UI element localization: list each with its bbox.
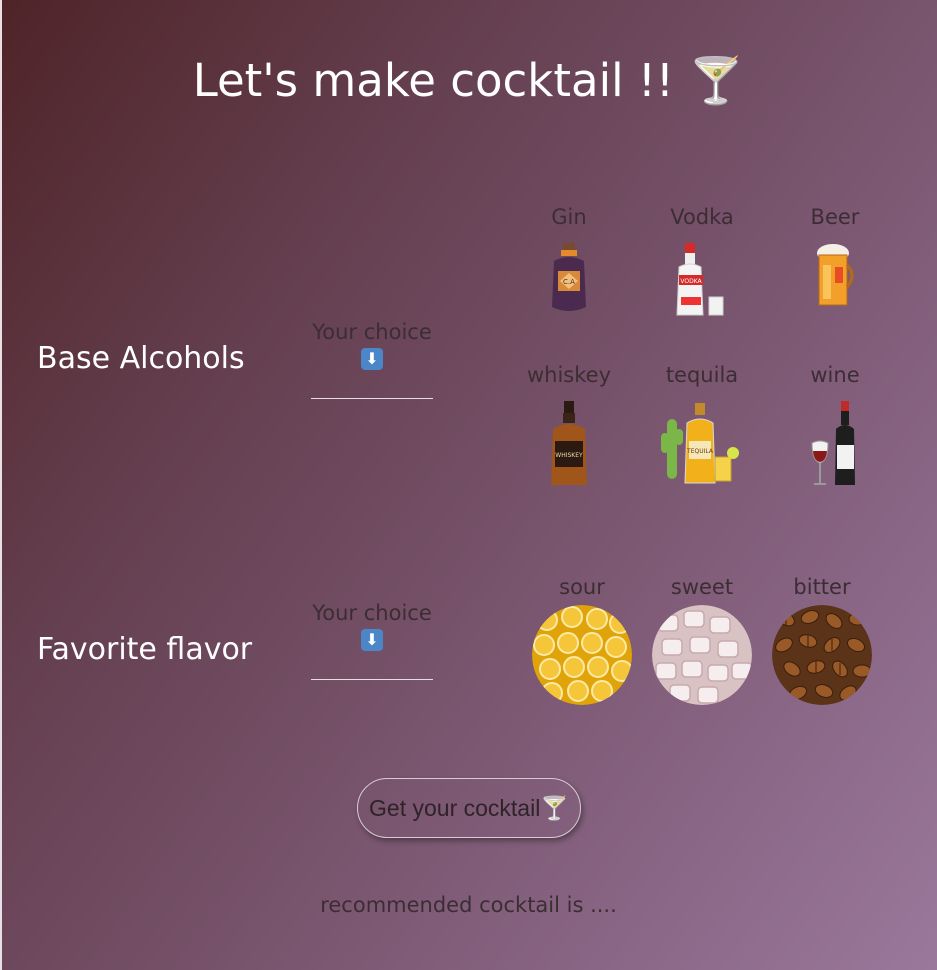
window-edge	[0, 0, 2, 970]
lemon-slices-image[interactable]	[532, 605, 632, 705]
flavor-choice-label: Your choice	[312, 601, 432, 625]
favorite-flavor-heading: Favorite flavor	[37, 632, 253, 667]
marshmallows-image[interactable]	[652, 605, 752, 705]
flavor-bitter[interactable]: bitter	[772, 575, 872, 705]
get-cocktail-button[interactable]: Get your cocktail🍸	[357, 778, 581, 838]
tequila-bottle-icon[interactable]: TEQUILA	[661, 399, 743, 489]
alcohol-tequila[interactable]: tequila TEQUILA	[647, 363, 757, 489]
wine-bottle-icon[interactable]	[808, 399, 862, 489]
alcohol-label: whiskey	[526, 363, 612, 387]
base-choice-label: Your choice	[312, 320, 432, 344]
vodka-bottle-icon[interactable]: VODKA	[671, 241, 733, 319]
flavor-choice-drop-line[interactable]	[311, 679, 433, 680]
alcohol-label: tequila	[665, 363, 739, 387]
alcohol-gin[interactable]: Gin C.A	[514, 205, 624, 317]
svg-text:TEQUILA: TEQUILA	[686, 448, 714, 455]
page-title: Let's make cocktail !! 🍸	[192, 54, 745, 107]
flavor-label: sweet	[670, 575, 734, 599]
flavor-label: sour	[559, 575, 605, 599]
alcohol-label: Beer	[810, 205, 860, 229]
svg-text:C.A: C.A	[563, 278, 575, 286]
down-arrow-icon: ⬇	[361, 629, 383, 651]
flavor-sour[interactable]: sour	[532, 575, 632, 705]
alcohol-wine[interactable]: wine	[780, 363, 890, 489]
coffee-beans-image[interactable]	[772, 605, 872, 705]
base-alcohols-heading: Base Alcohols	[37, 341, 245, 376]
gin-bottle-icon[interactable]: C.A	[544, 241, 594, 317]
alcohol-vodka[interactable]: Vodka VODKA	[647, 205, 757, 319]
base-choice-drop-line[interactable]	[311, 398, 433, 399]
down-arrow-icon: ⬇	[361, 348, 383, 370]
svg-text:VODKA: VODKA	[680, 278, 702, 285]
alcohol-label: Vodka	[670, 205, 734, 229]
alcohol-beer[interactable]: Beer	[780, 205, 890, 311]
flavor-sweet[interactable]: sweet	[652, 575, 752, 705]
flavor-label: bitter	[793, 575, 851, 599]
alcohol-label: wine	[810, 363, 860, 387]
svg-text:WHISKEY: WHISKEY	[555, 452, 583, 459]
alcohol-whiskey[interactable]: whiskey WHISKEY	[514, 363, 624, 489]
base-choice-box[interactable]: Your choice ⬇	[310, 320, 434, 399]
alcohol-label: Gin	[551, 205, 587, 229]
whiskey-bottle-icon[interactable]: WHISKEY	[547, 399, 591, 489]
recommendation-text: recommended cocktail is ....	[320, 893, 617, 917]
beer-glass-icon[interactable]	[813, 241, 857, 311]
flavor-choice-box[interactable]: Your choice ⬇	[310, 601, 434, 680]
